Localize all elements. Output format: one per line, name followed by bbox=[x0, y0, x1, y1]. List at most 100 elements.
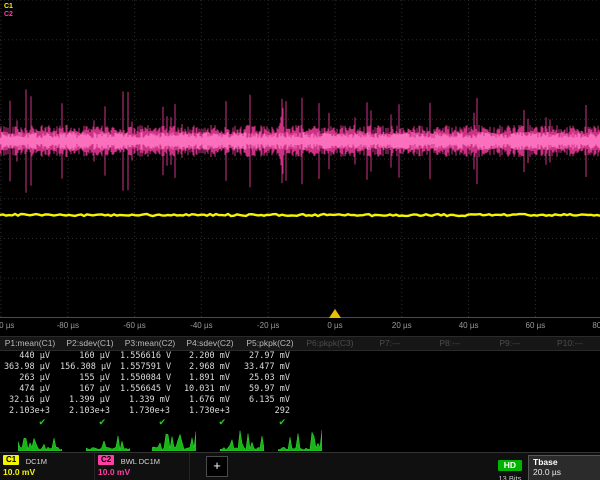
measure-value bbox=[420, 406, 480, 417]
measure-value bbox=[420, 351, 480, 362]
measure-value: 263 µV bbox=[0, 373, 60, 384]
measure-header-row: P1:mean(C1)P2:sdev(C1)P3:mean(C2)P4:sdev… bbox=[0, 336, 600, 351]
measure-value bbox=[300, 406, 360, 417]
time-axis-label: 20 µs bbox=[392, 321, 412, 330]
measure-value bbox=[480, 373, 540, 384]
time-axis-label: -40 µs bbox=[190, 321, 212, 330]
time-axis-label: 40 µs bbox=[459, 321, 479, 330]
measure-value: 1.556645 V bbox=[120, 384, 180, 395]
time-axis: -100 µs -80 µs -60 µs -40 µs -20 µs 0 µs 20 µs… bbox=[0, 319, 600, 334]
measure-header-p6[interactable]: P6:pkpk(C3) bbox=[300, 337, 360, 350]
measure-value: 32.16 µV bbox=[0, 395, 60, 406]
measure-header-p2[interactable]: P2:sdev(C1) bbox=[60, 337, 120, 350]
c2-vertical-scale: 10.0 mV bbox=[98, 467, 186, 477]
measure-header-p4[interactable]: P4:sdev(C2) bbox=[180, 337, 240, 350]
measure-table: P1:mean(C1)P2:sdev(C1)P3:mean(C2)P4:sdev… bbox=[0, 336, 600, 428]
measure-value bbox=[480, 362, 540, 373]
measure-value bbox=[360, 373, 420, 384]
measure-value: 1.557591 V bbox=[120, 362, 180, 373]
c1-vertical-scale: 10.0 mV bbox=[3, 467, 91, 477]
measure-value bbox=[300, 395, 360, 406]
measure-value bbox=[300, 373, 360, 384]
measure-value bbox=[360, 351, 420, 362]
c2-badge: C2 bbox=[98, 455, 114, 465]
measure-value: 474 µV bbox=[0, 384, 60, 395]
time-axis-label: 60 µs bbox=[526, 321, 546, 330]
measure-value: 25.03 mV bbox=[240, 373, 300, 384]
measure-value: 59.97 mV bbox=[240, 384, 300, 395]
measure-row-5: 32.16 µV1.399 µV1.339 mV1.676 mV6.135 mV bbox=[0, 395, 600, 406]
measure-value: 155 µV bbox=[60, 373, 120, 384]
time-axis-label: -60 µs bbox=[123, 321, 145, 330]
tbase-label: Tbase bbox=[533, 457, 600, 467]
measure-value bbox=[360, 406, 420, 417]
measure-header-p3[interactable]: P3:mean(C2) bbox=[120, 337, 180, 350]
time-axis-label: -100 µs bbox=[0, 321, 14, 330]
bottom-bar: C1 DC1M 10.0 mV C2 BWL DC1M 10.0 mV + HD… bbox=[0, 452, 600, 480]
measure-value: 440 µV bbox=[0, 351, 60, 362]
channel-c2-descriptor[interactable]: C2 BWL DC1M 10.0 mV bbox=[95, 453, 190, 480]
measure-value bbox=[300, 362, 360, 373]
measure-value bbox=[420, 384, 480, 395]
measure-header-p1[interactable]: P1:mean(C1) bbox=[0, 337, 60, 350]
measure-value bbox=[540, 395, 600, 406]
oscilloscope-screen: C1C2 -100 µs-80 µs-60 µs-40 µs-20 µs0 µs… bbox=[0, 0, 600, 480]
c1-coupling: DC1M bbox=[26, 457, 47, 466]
measure-value bbox=[420, 395, 480, 406]
measure-value: 2.103e+3 bbox=[60, 406, 120, 417]
measure-row-2: 363.98 µV156.308 µV1.557591 V2.968 mV33.… bbox=[0, 362, 600, 373]
measure-value: 292 bbox=[240, 406, 300, 417]
trace-annotation-c1: C1 bbox=[4, 3, 13, 11]
measure-value: 1.676 mV bbox=[180, 395, 240, 406]
measure-value bbox=[540, 373, 600, 384]
trigger-time-marker[interactable] bbox=[329, 309, 341, 318]
measure-value bbox=[540, 384, 600, 395]
measure-value bbox=[480, 384, 540, 395]
measure-value bbox=[480, 406, 540, 417]
measure-value: 2.200 mV bbox=[180, 351, 240, 362]
measure-row-4: 474 µV167 µV1.556645 V10.031 mV59.97 mV bbox=[0, 384, 600, 395]
measure-value bbox=[360, 362, 420, 373]
measure-value: 1.730e+3 bbox=[180, 406, 240, 417]
tbase-value: 20.0 µs bbox=[533, 467, 600, 477]
measure-value: 363.98 µV bbox=[0, 362, 60, 373]
resolution-bits: 13 Bits bbox=[498, 474, 522, 480]
measure-header-p9[interactable]: P9:--- bbox=[480, 337, 540, 350]
add-trace-button[interactable]: + bbox=[206, 456, 228, 477]
measure-value: 1.399 µV bbox=[60, 395, 120, 406]
measure-value bbox=[420, 362, 480, 373]
hd-badge[interactable]: HD bbox=[498, 460, 522, 471]
measure-value bbox=[360, 384, 420, 395]
time-axis-label: -20 µs bbox=[257, 321, 279, 330]
time-axis-label: 80 µs bbox=[592, 321, 600, 330]
measure-header-p5[interactable]: P5:pkpk(C2) bbox=[240, 337, 300, 350]
measure-value bbox=[360, 395, 420, 406]
measure-value bbox=[300, 351, 360, 362]
measure-value: 156.308 µV bbox=[60, 362, 120, 373]
measure-value: 2.103e+3 bbox=[0, 406, 60, 417]
measure-value bbox=[300, 384, 360, 395]
measure-value bbox=[420, 373, 480, 384]
measure-header-p8[interactable]: P8:--- bbox=[420, 337, 480, 350]
channel-c1-descriptor[interactable]: C1 DC1M 10.0 mV bbox=[0, 453, 95, 480]
measure-value: 6.135 mV bbox=[240, 395, 300, 406]
c1-badge: C1 bbox=[3, 455, 19, 465]
measure-value bbox=[540, 362, 600, 373]
time-axis-label: 0 µs bbox=[327, 321, 342, 330]
measure-histicons bbox=[0, 426, 600, 452]
measure-value: 1.550084 V bbox=[120, 373, 180, 384]
measure-value: 167 µV bbox=[60, 384, 120, 395]
measure-header-p7[interactable]: P7:--- bbox=[360, 337, 420, 350]
measure-value: 1.891 mV bbox=[180, 373, 240, 384]
trace-annotation-c2: C2 bbox=[4, 11, 13, 19]
measure-row-1: 440 µV160 µV1.556616 V2.200 mV27.97 mV bbox=[0, 351, 600, 362]
measure-value: 1.730e+3 bbox=[120, 406, 180, 417]
acquisition-mode-group: HD 13 Bits bbox=[498, 455, 522, 480]
measure-value bbox=[480, 351, 540, 362]
measure-row-6: 2.103e+32.103e+31.730e+31.730e+3292 bbox=[0, 406, 600, 417]
timebase-descriptor[interactable]: Tbase 20.0 µs bbox=[528, 455, 600, 480]
time-axis-label: -80 µs bbox=[57, 321, 79, 330]
measure-header-p10[interactable]: P10:--- bbox=[540, 337, 600, 350]
waveform-display[interactable] bbox=[0, 0, 600, 318]
measure-value: 1.556616 V bbox=[120, 351, 180, 362]
